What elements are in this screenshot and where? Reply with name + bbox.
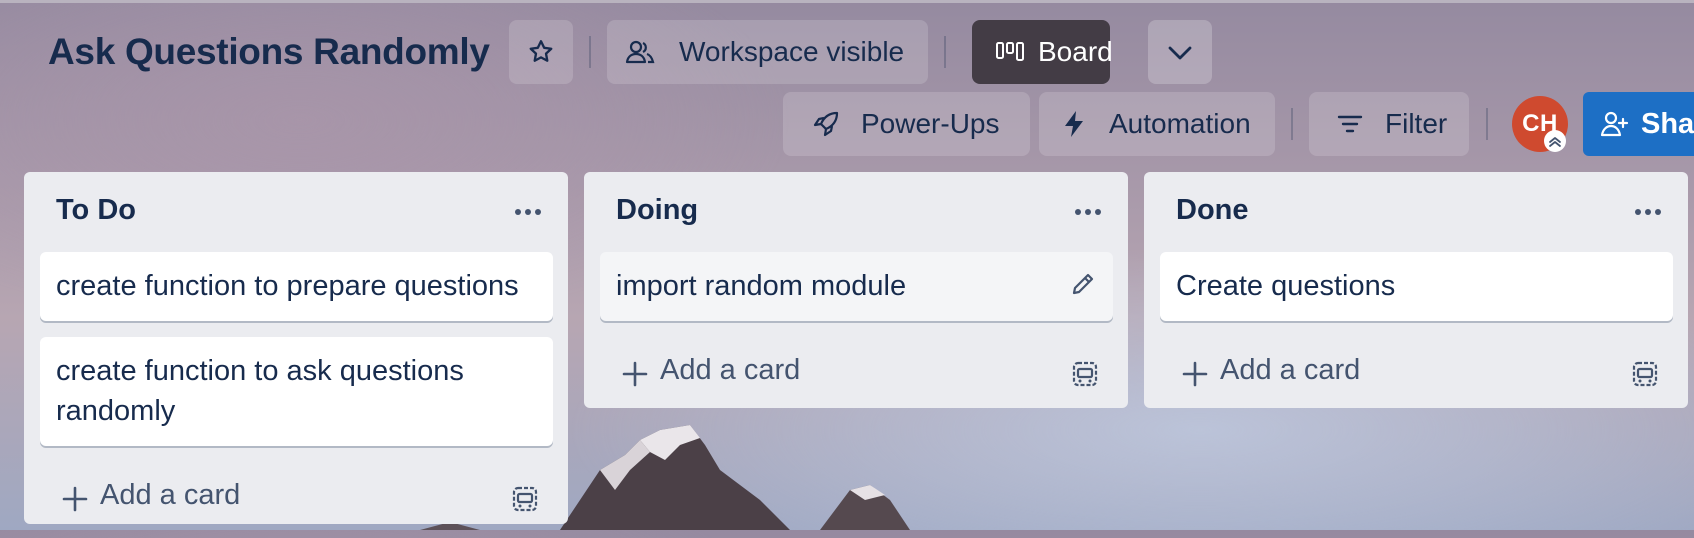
rocket-icon [813,111,839,137]
plus-icon [622,361,648,387]
share-label: Share [1641,107,1694,140]
card-template-icon[interactable] [512,486,538,512]
powerups-label: Power-Ups [861,108,1000,139]
header-divider [1291,108,1293,140]
card-title: create function to ask questions randoml… [56,355,464,427]
list-header: Doing [584,172,1128,252]
list-done: Done Create questions Add a card [1144,172,1688,408]
add-member-icon [1600,111,1629,137]
view-switcher-button[interactable] [1148,20,1212,84]
visibility-button[interactable]: Workspace visible [607,20,928,84]
chevron-down-icon [1168,46,1192,60]
filter-button[interactable]: Filter [1309,92,1469,156]
add-card-button[interactable]: Add a card [584,337,1128,413]
powerups-button[interactable]: Power-Ups [783,92,1030,156]
lightning-icon [1065,111,1083,137]
pencil-icon[interactable] [1069,270,1097,298]
list-header: Done [1144,172,1688,252]
card-title: create function to prepare questions [56,270,519,302]
header-divider [1486,108,1488,140]
card-title: import random module [616,270,907,302]
automation-label: Automation [1109,108,1251,139]
card-title: Create questions [1176,270,1396,302]
list-header: To Do [24,172,568,252]
star-icon [529,40,553,62]
more-options-icon[interactable] [1630,198,1666,226]
star-button[interactable] [509,20,573,84]
list-doing: Doing import random module Add a card [584,172,1128,408]
add-card-label: Add a card [1220,354,1361,386]
admin-badge-icon [1544,130,1566,152]
automation-button[interactable]: Automation [1039,92,1275,156]
card[interactable]: import random module [600,252,1113,321]
list-title[interactable]: Done [1176,194,1249,227]
filter-icon [1337,115,1363,133]
card[interactable]: create function to ask questions randoml… [40,337,553,446]
plus-icon [1182,361,1208,387]
add-card-button[interactable]: Add a card [1144,337,1688,413]
list-title[interactable]: To Do [56,194,136,227]
add-card-label: Add a card [100,479,241,511]
card[interactable]: Create questions [1160,252,1673,321]
list-title[interactable]: Doing [616,194,698,227]
add-card-label: Add a card [660,354,801,386]
board-view-icon [996,42,1024,61]
add-card-button[interactable]: Add a card [24,462,568,538]
list-to-do: To Do create function to prepare questio… [24,172,568,524]
board-view-button[interactable]: Board [972,20,1113,84]
more-options-icon[interactable] [1070,198,1106,226]
more-options-icon[interactable] [510,198,546,226]
header-divider [589,36,591,68]
people-icon [625,40,655,64]
share-button[interactable]: Share [1583,92,1694,156]
card-template-icon[interactable] [1632,361,1658,387]
visibility-label: Workspace visible [679,36,905,67]
window-top-edge [0,0,1694,3]
plus-icon [62,486,88,512]
header-divider [944,36,946,68]
board-title[interactable]: Ask Questions Randomly [48,28,490,76]
board-view-label: Board [1038,36,1113,67]
card-template-icon[interactable] [1072,361,1098,387]
card[interactable]: create function to prepare questions [40,252,553,321]
filter-label: Filter [1385,108,1448,139]
